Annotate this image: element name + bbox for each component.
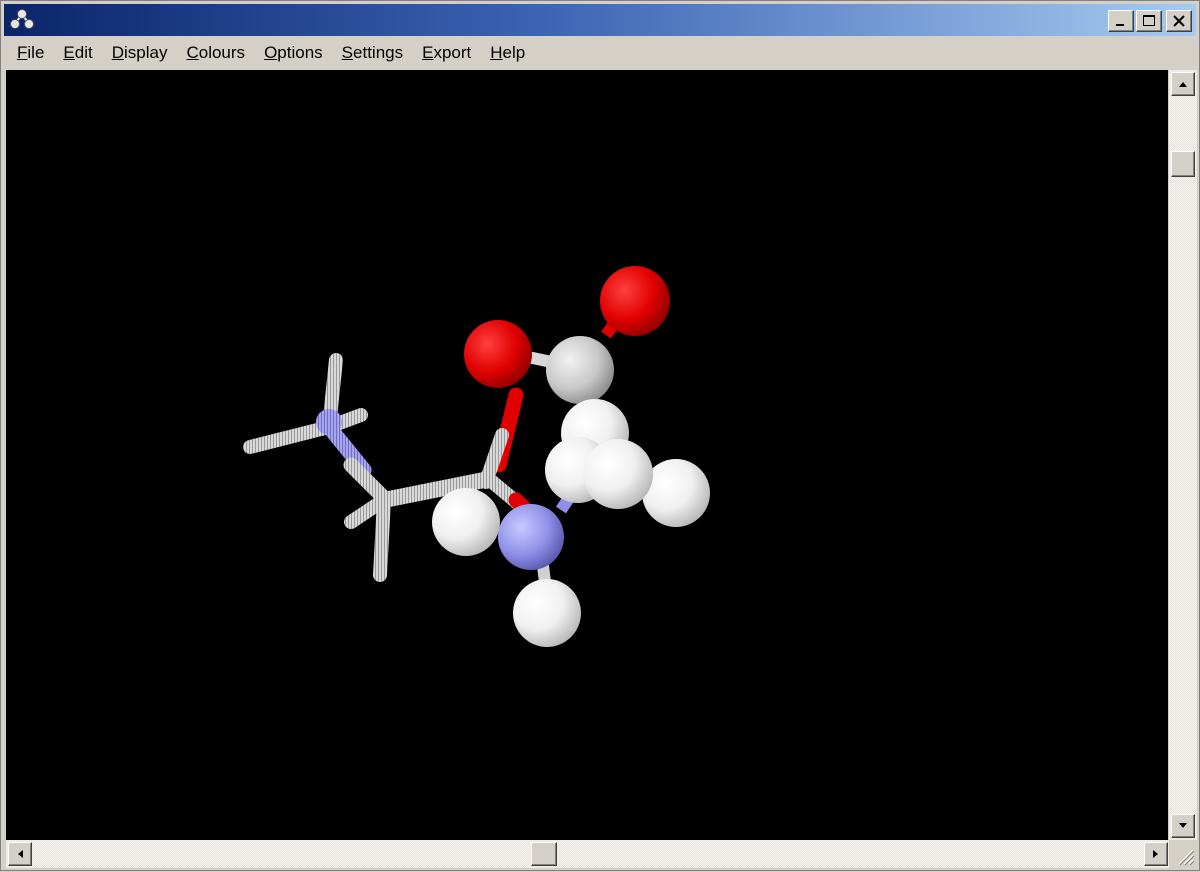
vertical-scrollbar[interactable] xyxy=(1169,70,1197,840)
maximize-button[interactable] xyxy=(1136,10,1162,32)
scroll-right-button[interactable] xyxy=(1144,842,1168,866)
menu-colours[interactable]: Colours xyxy=(177,38,254,68)
minimize-icon xyxy=(1116,24,1124,26)
horizontal-scroll-thumb[interactable] xyxy=(531,842,557,866)
molecule-render xyxy=(243,266,710,647)
menu-bar: File Edit Display Colours Options Settin… xyxy=(4,36,1196,69)
title-bar[interactable] xyxy=(4,4,1196,36)
menu-file[interactable]: File xyxy=(8,38,53,68)
molecule-viewer-canvas[interactable] xyxy=(6,70,1168,840)
arrow-left-icon xyxy=(18,850,23,858)
menu-settings[interactable]: Settings xyxy=(333,38,412,68)
arrow-down-icon xyxy=(1179,823,1187,828)
scroll-up-button[interactable] xyxy=(1171,72,1195,96)
scroll-left-button[interactable] xyxy=(8,842,32,866)
minimize-button[interactable] xyxy=(1108,10,1134,32)
menu-edit[interactable]: Edit xyxy=(54,38,101,68)
molecule-app-icon[interactable] xyxy=(10,9,34,31)
ball-molecule xyxy=(432,266,710,647)
menu-export[interactable]: Export xyxy=(413,38,480,68)
arrow-up-icon xyxy=(1179,82,1187,87)
vertical-scroll-thumb[interactable] xyxy=(1171,151,1195,177)
menu-options[interactable]: Options xyxy=(255,38,332,68)
menu-display[interactable]: Display xyxy=(103,38,177,68)
arrow-right-icon xyxy=(1153,850,1158,858)
main-window: File Edit Display Colours Options Settin… xyxy=(0,0,1200,871)
scroll-down-button[interactable] xyxy=(1171,814,1195,838)
close-button[interactable] xyxy=(1166,10,1192,32)
horizontal-scrollbar[interactable] xyxy=(6,840,1169,868)
maximize-icon xyxy=(1143,15,1155,26)
close-icon xyxy=(1173,15,1185,27)
menu-help[interactable]: Help xyxy=(481,38,534,68)
resize-grip[interactable] xyxy=(1169,840,1197,868)
resize-grip-icon xyxy=(1178,849,1195,866)
